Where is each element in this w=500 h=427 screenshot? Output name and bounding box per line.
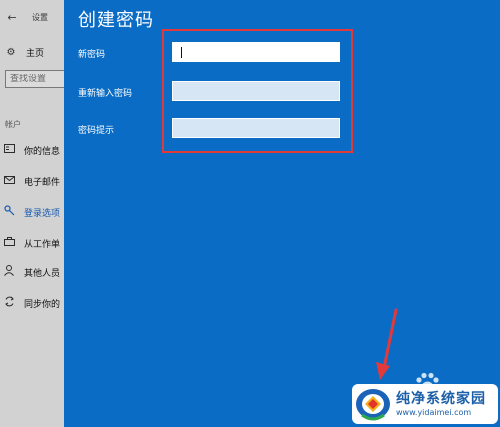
- sidebar-item-other-people[interactable]: 其他人员: [0, 264, 64, 280]
- sidebar-item-label: 电子邮件: [24, 177, 61, 188]
- text-caret: [181, 47, 182, 58]
- search-box[interactable]: [5, 70, 64, 88]
- sidebar-item-sync[interactable]: 同步你的: [0, 295, 64, 311]
- password-hint-input[interactable]: [179, 122, 333, 134]
- sync-icon: [2, 296, 16, 310]
- key-icon: [2, 205, 16, 219]
- watermark-text: 纯净系统家园 www.yidaimei.com: [396, 391, 486, 418]
- reenter-password-input[interactable]: [179, 85, 333, 97]
- person-icon: [2, 265, 16, 279]
- site-logo-icon: [356, 389, 390, 421]
- create-password-dialog: 创建密码 新密码 重新输入密码 密码提示: [64, 0, 500, 427]
- sidebar-item-sign-in-options[interactable]: 登录选项: [0, 204, 64, 220]
- titlebar: ← 设置: [0, 8, 64, 26]
- app-title: 设置: [32, 12, 48, 22]
- contact-card-icon: [2, 144, 16, 156]
- home-nav-item[interactable]: ⚙ 主页: [0, 44, 64, 60]
- reenter-password-field[interactable]: [172, 81, 340, 101]
- annotation-arrow-icon: [376, 308, 398, 380]
- sidebar-item-label: 你的信息: [24, 146, 61, 157]
- password-hint-field[interactable]: [172, 118, 340, 138]
- sidebar-item-label: 从工作单: [24, 239, 61, 250]
- home-label: 主页: [26, 48, 45, 59]
- sidebar-item-your-info[interactable]: 你的信息: [0, 142, 64, 158]
- watermark-url: www.yidaimei.com: [396, 407, 472, 417]
- briefcase-icon: [2, 237, 16, 249]
- sidebar-item-label: 其他人员: [24, 268, 61, 279]
- new-password-input[interactable]: [179, 46, 333, 58]
- section-label: 帐户: [5, 120, 21, 129]
- search-input[interactable]: [10, 74, 64, 84]
- gear-icon: ⚙: [6, 46, 16, 58]
- watermark-name: 纯净系统家园: [396, 390, 486, 407]
- watermark-badge: 纯净系统家园 www.yidaimei.com: [352, 384, 498, 424]
- settings-pane: ← 设置 ⚙ 主页 帐户 你的信息 电子邮件 登录选项 从工作单: [0, 0, 64, 427]
- new-password-field[interactable]: [172, 42, 340, 62]
- dialog-title: 创建密码: [78, 10, 154, 31]
- sidebar-item-work-access[interactable]: 从工作单: [0, 235, 64, 251]
- password-hint-label: 密码提示: [78, 126, 115, 136]
- reenter-password-label: 重新输入密码: [78, 89, 133, 99]
- sidebar-item-label: 登录选项: [24, 208, 61, 219]
- back-button[interactable]: ←: [2, 8, 22, 26]
- back-arrow-icon: ←: [7, 10, 17, 24]
- sidebar-item-label: 同步你的: [24, 299, 61, 310]
- sidebar-item-email[interactable]: 电子邮件: [0, 173, 64, 189]
- new-password-label: 新密码: [78, 50, 106, 60]
- mail-icon: [2, 175, 16, 187]
